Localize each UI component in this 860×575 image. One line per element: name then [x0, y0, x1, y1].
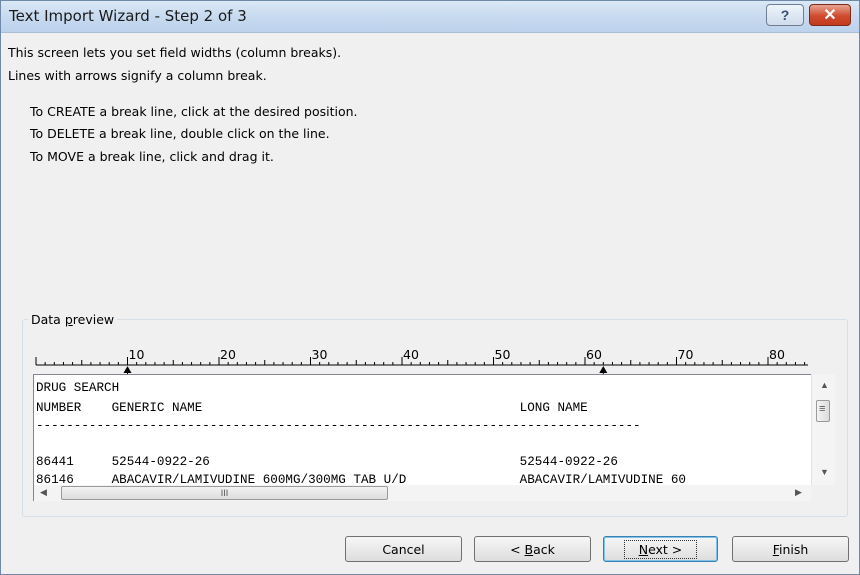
help-button[interactable]: ? — [766, 4, 804, 26]
intro-line-2: Lines with arrows signify a column break… — [8, 68, 267, 83]
close-button[interactable]: ✕ — [809, 4, 851, 26]
grip-label: III — [220, 488, 229, 498]
window-title: Text Import Wizard - Step 2 of 3 — [9, 7, 247, 25]
data-preview-label: Data preview — [28, 312, 118, 327]
grip-icon: ≡ — [819, 403, 826, 415]
scroll-down-icon[interactable]: ▼ — [820, 467, 829, 477]
preview-line: ----------------------------------------… — [36, 419, 641, 433]
finish-button[interactable]: Finish — [732, 536, 849, 562]
instruction-delete: To DELETE a break line, double click on … — [30, 126, 330, 141]
scroll-right-icon[interactable]: ▶ — [795, 487, 802, 498]
vertical-scrollbar[interactable]: ▲ ≡ ▼ — [811, 374, 835, 485]
preview-line: NUMBER GENERIC NAME LONG NAME — [36, 401, 588, 415]
scrollbar-corner — [811, 485, 834, 501]
data-preview-area[interactable]: DRUG SEARCH NUMBER GENERIC NAME LONG NAM… — [33, 374, 834, 501]
intro-line-1: This screen lets you set field widths (c… — [8, 45, 342, 60]
scroll-left-icon[interactable]: ◀ — [40, 487, 47, 498]
back-button[interactable]: < Back — [474, 536, 591, 562]
preview-line: DRUG SEARCH — [36, 381, 120, 395]
instruction-move: To MOVE a break line, click and drag it. — [30, 149, 274, 164]
close-icon: ✕ — [823, 7, 837, 24]
help-icon: ? — [780, 7, 790, 23]
scroll-up-icon[interactable]: ▲ — [820, 380, 829, 390]
vertical-scroll-thumb[interactable]: ≡ — [816, 400, 830, 422]
title-bar: Text Import Wizard - Step 2 of 3 ? ✕ — [1, 1, 859, 33]
preview-line: 86441 52544-0922-26 52544-0922-26 — [36, 455, 618, 469]
next-button[interactable]: Next > — [603, 536, 718, 562]
instruction-create: To CREATE a break line, click at the des… — [30, 104, 358, 119]
horizontal-scroll-thumb[interactable]: III — [61, 486, 388, 500]
horizontal-scrollbar[interactable]: ◀ III ▶ — [34, 485, 811, 501]
cancel-button[interactable]: Cancel — [345, 536, 462, 562]
